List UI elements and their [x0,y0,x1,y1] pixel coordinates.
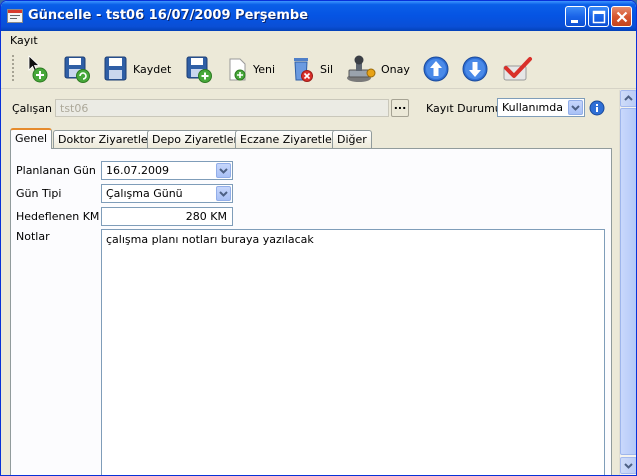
new-button[interactable]: Yeni [227,54,275,84]
employee-field: tst06 [55,99,389,117]
chevron-down-icon [624,463,633,469]
target-km-value: 280 KM [185,210,227,223]
status-value: Kullanımda [502,101,563,114]
tab-depo-ziyaretleri[interactable]: Depo Ziyaretleri [147,130,247,148]
delete-button[interactable]: Sil [290,54,333,84]
new-button-label: Yeni [253,62,276,76]
employee-browse-button[interactable]: ... [391,99,409,117]
menu-item-kayit[interactable]: Kayıt [10,34,38,47]
tab-diger[interactable]: Diğer [332,130,372,148]
day-type-label: Gün Tipi [16,187,62,200]
checkmark-icon [503,57,532,81]
floppy-plus-icon [186,56,212,83]
close-button[interactable] [611,6,632,27]
title-bar[interactable]: Güncelle - tst06 16/07/2009 Perşembe [1,1,636,31]
approve-button-label: Onay [381,62,410,76]
vertical-scrollbar[interactable] [619,90,636,475]
maximize-icon [592,10,606,24]
tab-doktor-ziyaretleri[interactable]: Doktor Ziyaretleri [53,130,161,148]
arrow-up-circle-icon [423,56,449,82]
planned-day-label: Planlanan Gün [16,164,96,177]
tab-genel[interactable]: Genel [10,128,53,149]
employee-label: Çalışan [12,102,52,115]
trash-delete-icon [294,58,313,82]
minimize-icon [571,20,578,23]
arrow-down-circle-icon [462,56,488,82]
notes-value: çalışma planı notları buraya yazılacak [106,233,314,246]
day-type-value: Çalışma Günü [106,187,183,200]
maximize-button[interactable] [588,6,609,27]
floppy-icon [104,56,127,81]
scroll-down-button[interactable] [620,457,636,474]
planned-day-dropdown-button[interactable] [216,163,231,178]
employee-value: tst06 [60,102,89,115]
save-button[interactable]: Kaydet [103,54,171,84]
tab-panel-genel: Planlanan Gün 16.07.2009 Gün Tipi Çalışm… [10,148,612,475]
save-button-label: Kaydet [133,62,172,76]
window-icon [7,9,23,23]
planned-day-value: 16.07.2009 [106,164,169,177]
target-km-label: Hedeflenen KM [16,210,100,223]
next-button[interactable] [461,54,489,84]
stamp-icon [347,55,376,82]
approve-button[interactable]: Onay [345,54,410,84]
close-icon [616,11,628,23]
status-dropdown-button[interactable] [568,100,583,115]
status-select[interactable]: Kullanımda [497,98,585,117]
prev-button[interactable] [422,54,450,84]
toolbar: Kaydet Yeni Sil Onay [1,49,636,89]
notes-textarea[interactable]: çalışma planı notları buraya yazılacak [101,229,605,475]
chevron-down-icon [571,105,580,111]
scroll-up-button[interactable] [620,90,636,107]
planned-day-picker[interactable]: 16.07.2009 [101,161,233,180]
target-km-field[interactable]: 280 KM [101,207,233,226]
new-record-button[interactable] [185,54,215,84]
cursor-plus-icon [28,55,48,83]
menu-bar: Kayıt [1,31,636,49]
minimize-button[interactable] [565,6,586,27]
main-window: Güncelle - tst06 16/07/2009 Perşembe Kay… [0,0,637,476]
chevron-up-icon [624,95,633,101]
delete-button-label: Sil [320,62,334,76]
status-label: Kayıt Durumu [426,102,502,115]
content-area: Çalışan tst06 ... Kayıt Durumu Kullanımd… [1,90,619,475]
new-arrow-button[interactable] [25,54,51,84]
save-refresh-button[interactable] [63,54,93,84]
chevron-down-icon [219,168,228,174]
new-document-icon [229,58,246,81]
check-button[interactable] [501,54,533,84]
day-type-select[interactable]: Çalışma Günü [101,184,233,203]
floppy-refresh-icon [64,56,90,83]
toolbar-grip[interactable] [12,55,14,83]
window-title: Güncelle - tst06 16/07/2009 Perşembe [28,8,309,23]
scroll-thumb[interactable] [620,108,636,455]
chevron-down-icon [219,191,228,197]
notes-label: Notlar [16,230,50,243]
tab-eczane-ziyaretleri[interactable]: Eczane Ziyaretleri [235,130,345,148]
info-icon[interactable] [589,100,605,116]
day-type-dropdown-button[interactable] [216,186,231,201]
